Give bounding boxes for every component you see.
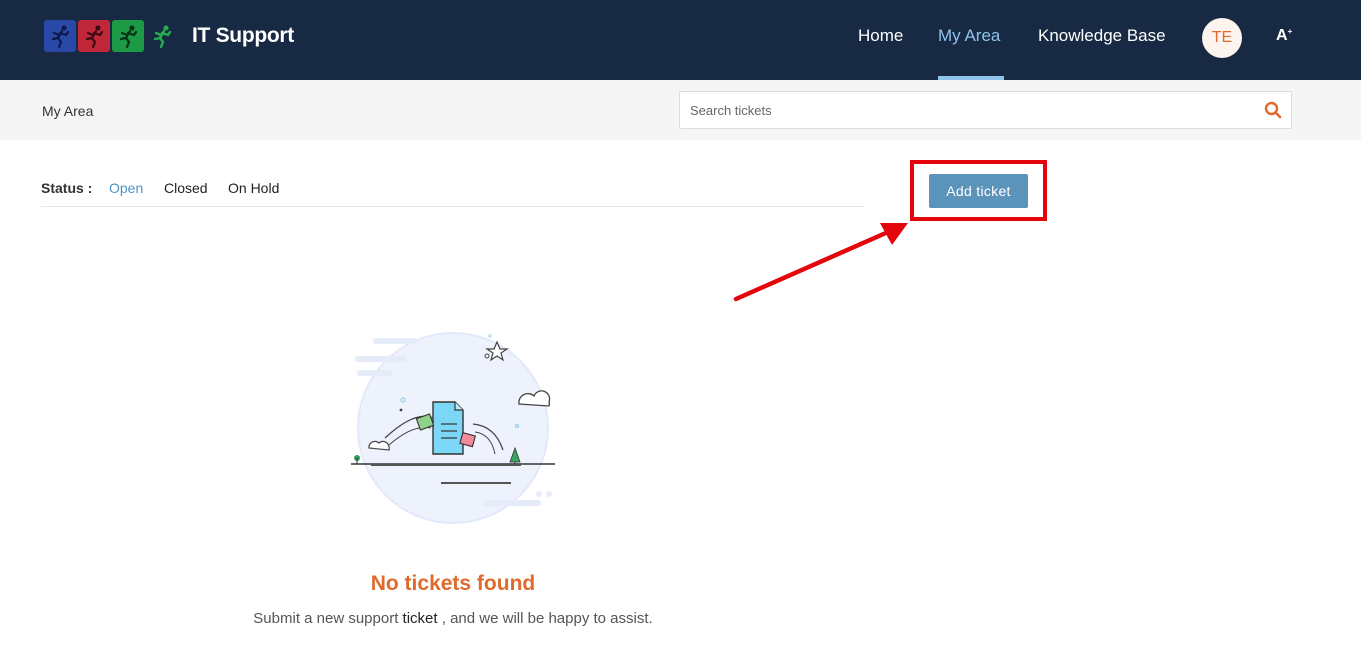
empty-state-title: No tickets found bbox=[370, 572, 536, 595]
top-navbar: IT Support Home My Area Knowledge Base T… bbox=[0, 0, 1361, 80]
status-closed[interactable]: Closed bbox=[164, 180, 208, 196]
search-icon[interactable] bbox=[1264, 101, 1282, 119]
runner-icon bbox=[78, 20, 110, 52]
runner-icon bbox=[44, 20, 76, 52]
empty-state-message: Submit a new support ticket , and we wil… bbox=[253, 610, 653, 627]
runner-icon bbox=[112, 20, 144, 52]
runner-icon bbox=[146, 20, 178, 52]
status-filter: Status : Open Closed On Hold bbox=[41, 178, 864, 207]
nav-home[interactable]: Home bbox=[858, 26, 903, 46]
app-logo[interactable]: IT Support bbox=[44, 20, 294, 52]
search-input[interactable] bbox=[680, 92, 1240, 128]
app-title: IT Support bbox=[192, 24, 294, 47]
status-open[interactable]: Open bbox=[109, 180, 143, 196]
ticket-keyword: ticket bbox=[402, 610, 438, 627]
user-avatar[interactable]: TE bbox=[1202, 18, 1242, 58]
empty-tickets-illustration bbox=[351, 332, 555, 524]
search-box bbox=[679, 91, 1292, 129]
font-size-toggle[interactable]: A+ bbox=[1276, 27, 1292, 45]
breadcrumb: My Area bbox=[42, 103, 94, 119]
add-ticket-button[interactable]: Add ticket bbox=[929, 174, 1028, 208]
annotation-arrow bbox=[733, 223, 908, 302]
status-label: Status : bbox=[41, 180, 93, 196]
sub-header: My Area bbox=[0, 80, 1361, 140]
nav-knowledge-base[interactable]: Knowledge Base bbox=[1038, 26, 1166, 46]
nav-my-area[interactable]: My Area bbox=[938, 26, 1000, 46]
status-on-hold[interactable]: On Hold bbox=[228, 180, 279, 196]
